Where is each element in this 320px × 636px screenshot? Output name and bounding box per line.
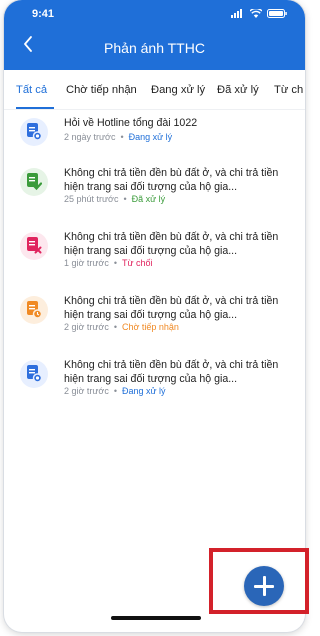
tab-bar: Tất cả Chờ tiếp nhận Đang xử lý Đã xử lý… bbox=[4, 70, 305, 110]
status-bar: 9:41 bbox=[4, 0, 305, 28]
list-item[interactable]: Không chi trả tiền đền bù đất ở, và chi … bbox=[4, 288, 305, 348]
item-status: Từ chối bbox=[122, 258, 153, 268]
document-info-icon bbox=[20, 118, 48, 146]
item-status: Đã xử lý bbox=[131, 194, 166, 204]
separator-dot: • bbox=[113, 258, 117, 268]
item-status: Đang xử lý bbox=[128, 132, 173, 142]
item-meta: 1 giờ trước • Từ chối bbox=[64, 258, 153, 268]
tab-rejected[interactable]: Từ ch bbox=[274, 84, 303, 96]
page-title: Phản ánh TTHC bbox=[104, 40, 205, 56]
app-header: 9:41 Phản ánh TTHC bbox=[4, 0, 305, 70]
item-title: Không chi trả tiền đền bù đất ở, và chi … bbox=[64, 295, 279, 321]
status-icons bbox=[231, 9, 287, 18]
item-meta: 2 ngày trước • Đang xử lý bbox=[64, 132, 172, 142]
tab-all[interactable]: Tất cả bbox=[16, 84, 47, 96]
item-time: 25 phút trước bbox=[64, 194, 119, 204]
signal-icon bbox=[231, 9, 242, 18]
document-pending-icon bbox=[20, 296, 48, 324]
tab-pending[interactable]: Chờ tiếp nhận bbox=[66, 84, 137, 96]
list-item[interactable]: Không chi trả tiền đền bù đất ở, và chi … bbox=[4, 224, 305, 284]
separator-dot: • bbox=[113, 386, 117, 396]
item-time: 2 ngày trước bbox=[64, 132, 116, 142]
item-meta: 2 giờ trước • Đang xử lý bbox=[64, 386, 166, 396]
item-status: Chờ tiếp nhận bbox=[122, 322, 179, 332]
document-check-icon bbox=[20, 168, 48, 196]
phone-screen: 9:41 Phản ánh TTHC Tất cả Chờ tiếp nhận … bbox=[4, 0, 305, 632]
document-info-icon bbox=[20, 360, 48, 388]
item-time: 2 giờ trước bbox=[64, 386, 109, 396]
item-time: 2 giờ trước bbox=[64, 322, 109, 332]
list-item[interactable]: Không chi trả tiền đền bù đất ở, và chi … bbox=[4, 160, 305, 220]
home-indicator bbox=[111, 616, 201, 620]
separator-dot: • bbox=[123, 194, 127, 204]
document-reject-icon bbox=[20, 232, 48, 260]
separator-dot: • bbox=[113, 322, 117, 332]
tab-active-indicator bbox=[16, 107, 54, 109]
item-status: Đang xử lý bbox=[122, 386, 166, 396]
item-meta: 25 phút trước • Đã xử lý bbox=[64, 194, 165, 204]
item-meta: 2 giờ trước • Chờ tiếp nhận bbox=[64, 322, 179, 332]
item-title: Không chi trả tiền đền bù đất ở, và chi … bbox=[64, 359, 279, 385]
item-title: Hỏi về Hotline tổng đài 1022 bbox=[64, 117, 198, 129]
item-title: Không chi trả tiền đền bù đất ở, và chi … bbox=[64, 167, 279, 193]
tab-processing[interactable]: Đang xử lý bbox=[151, 84, 205, 96]
battery-icon bbox=[267, 9, 287, 18]
list-item[interactable]: Không chi trả tiền đền bù đất ở, và chi … bbox=[4, 352, 305, 412]
item-title: Không chi trả tiền đền bù đất ở, và chi … bbox=[64, 231, 279, 257]
status-time: 9:41 bbox=[32, 8, 55, 20]
item-time: 1 giờ trước bbox=[64, 258, 109, 268]
add-feedback-button[interactable] bbox=[244, 566, 284, 606]
tab-processed[interactable]: Đã xử lý bbox=[217, 84, 259, 96]
separator-dot: • bbox=[120, 132, 124, 142]
wifi-icon bbox=[250, 9, 262, 18]
